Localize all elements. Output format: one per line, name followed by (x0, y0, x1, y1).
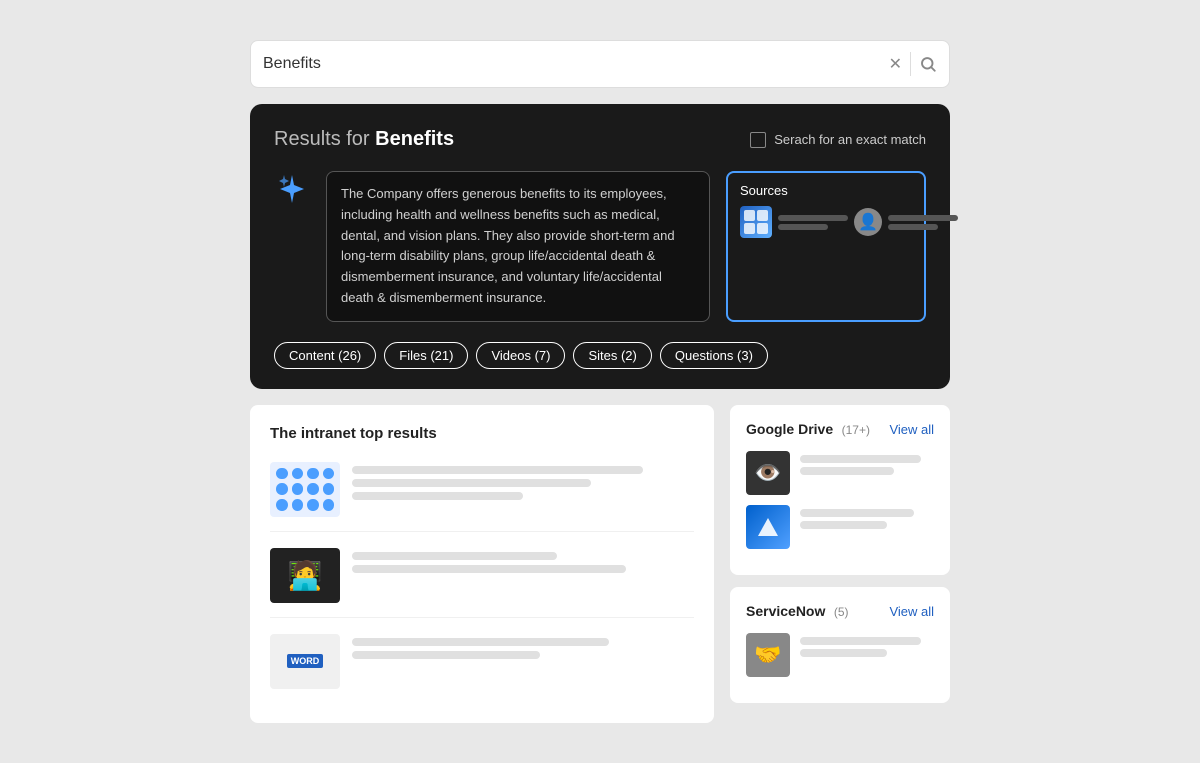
google-drive-title-row: Google Drive (17+) (746, 421, 870, 439)
result-lines-1 (352, 462, 694, 500)
placeholder-line (800, 509, 914, 517)
search-divider (910, 52, 911, 76)
sources-panels: Google Drive (17+) View all 👁️ (730, 405, 950, 723)
filter-tab-content[interactable]: Content (26) (274, 342, 376, 369)
clear-button[interactable]: ✕ (889, 54, 902, 74)
placeholder-line (352, 492, 523, 500)
source-line (778, 215, 848, 221)
placeholder-line (352, 479, 591, 487)
ai-content-row: The Company offers generous benefits to … (274, 171, 926, 322)
servicenow-result-1[interactable]: 🤝 (746, 633, 934, 677)
servicenow-thumb-1: 🤝 (746, 633, 790, 677)
source-lines-2 (888, 215, 958, 230)
main-container: ✕ Results for Benefits Serach for an exa… (250, 40, 950, 723)
source-lines-1 (778, 215, 848, 230)
placeholder-line (800, 649, 887, 657)
filter-tabs: Content (26) Files (21) Videos (7) Sites… (274, 342, 926, 369)
sources-label: Sources (740, 183, 912, 198)
sparkle-icon (274, 171, 310, 207)
servicenow-header: ServiceNow (5) View all (746, 603, 934, 621)
filter-tab-questions[interactable]: Questions (3) (660, 342, 768, 369)
servicenow-count: (5) (834, 605, 849, 619)
intranet-result-3[interactable]: WORD (270, 634, 694, 703)
placeholder-line (800, 467, 894, 475)
google-drive-header: Google Drive (17+) View all (746, 421, 934, 439)
sources-box[interactable]: Sources 👤 (726, 171, 926, 322)
google-drive-title: Google Drive (746, 421, 833, 437)
exact-match-checkbox[interactable] (750, 132, 766, 148)
source-thumb-1 (740, 206, 772, 238)
search-button[interactable] (919, 55, 937, 73)
filter-tab-files[interactable]: Files (21) (384, 342, 468, 369)
exact-match-label: Serach for an exact match (750, 132, 926, 148)
placeholder-line (800, 637, 921, 645)
gdrive-lines-1 (800, 451, 934, 475)
intranet-result-2[interactable]: 🧑‍💻 (270, 548, 694, 618)
filter-tab-videos[interactable]: Videos (7) (476, 342, 565, 369)
ai-panel: Results for Benefits Serach for an exact… (250, 104, 950, 389)
placeholder-line (352, 565, 626, 573)
gdrive-thumb-2 (746, 505, 790, 549)
source-line (888, 215, 958, 221)
servicenow-title: ServiceNow (746, 603, 825, 619)
gdrive-thumb-1: 👁️ (746, 451, 790, 495)
azure-icon (758, 518, 778, 536)
servicenow-lines-1 (800, 633, 934, 657)
google-drive-count: (17+) (842, 423, 870, 437)
result-thumb-1 (270, 462, 340, 517)
result-lines-2 (352, 548, 694, 573)
servicenow-panel: ServiceNow (5) View all 🤝 (730, 587, 950, 703)
placeholder-line (352, 466, 643, 474)
source-avatar: 👤 (854, 208, 882, 236)
ai-panel-header: Results for Benefits Serach for an exact… (274, 128, 926, 151)
result-lines-3 (352, 634, 694, 659)
intranet-result-1[interactable] (270, 462, 694, 532)
ai-result-text: The Company offers generous benefits to … (326, 171, 710, 322)
filter-tab-sites[interactable]: Sites (2) (573, 342, 651, 369)
intranet-panel: The intranet top results (250, 405, 714, 723)
source-line (778, 224, 828, 230)
search-bar: ✕ (250, 40, 950, 88)
placeholder-line (352, 651, 540, 659)
word-badge: WORD (287, 654, 324, 668)
source-line (888, 224, 938, 230)
sources-items: 👤 (740, 206, 912, 238)
gdrive-lines-2 (800, 505, 934, 529)
google-drive-view-all[interactable]: View all (889, 422, 934, 437)
placeholder-line (352, 552, 557, 560)
result-thumb-2: 🧑‍💻 (270, 548, 340, 603)
google-drive-panel: Google Drive (17+) View all 👁️ (730, 405, 950, 575)
gdrive-result-1[interactable]: 👁️ (746, 451, 934, 495)
servicenow-view-all[interactable]: View all (889, 604, 934, 619)
placeholder-line (800, 521, 887, 529)
bottom-section: The intranet top results (250, 405, 950, 723)
placeholder-line (352, 638, 609, 646)
servicenow-title-row: ServiceNow (5) (746, 603, 849, 621)
results-title: Results for Benefits (274, 128, 454, 151)
placeholder-line (800, 455, 921, 463)
search-input[interactable] (263, 55, 889, 73)
intranet-title: The intranet top results (270, 425, 694, 442)
gdrive-result-2[interactable] (746, 505, 934, 549)
result-thumb-3: WORD (270, 634, 340, 689)
